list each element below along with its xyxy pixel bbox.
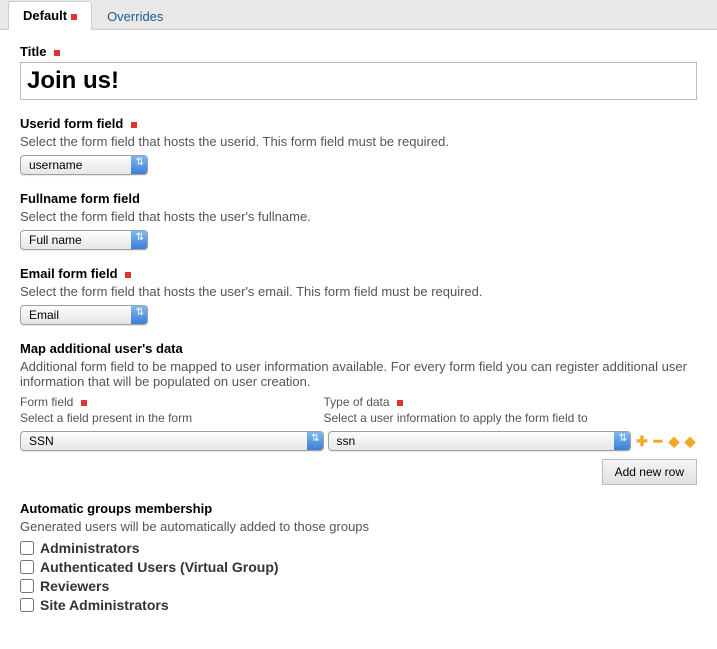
email-select[interactable]: Email [20, 305, 148, 325]
group-item-reviewers[interactable]: Reviewers [20, 578, 697, 594]
map-formfield-select[interactable]: SSN [20, 431, 324, 451]
groups-label: Automatic groups membership [20, 501, 697, 516]
move-up-icon[interactable]: ◆ [667, 434, 681, 448]
required-marker-icon [54, 50, 60, 56]
group-item-label: Administrators [40, 540, 140, 556]
groups-help: Generated users will be automatically ad… [20, 519, 697, 534]
add-icon[interactable]: ✚ [635, 434, 649, 448]
map-help: Additional form field to be mapped to us… [20, 359, 697, 389]
userid-block: Userid form field Select the form field … [20, 116, 697, 175]
map-col-type: Type of data Select a user information t… [324, 395, 620, 431]
tab-default-label: Default [23, 8, 67, 23]
map-header-row: Form field Select a field present in the… [20, 395, 697, 431]
groups-block: Automatic groups membership Generated us… [20, 501, 697, 613]
email-block: Email form field Select the form field t… [20, 266, 697, 325]
group-item-label: Site Administrators [40, 597, 169, 613]
fullname-help: Select the form field that hosts the use… [20, 209, 697, 224]
userid-label-text: Userid form field [20, 116, 123, 131]
required-marker-icon [125, 272, 131, 278]
email-label-text: Email form field [20, 266, 118, 281]
fullname-select[interactable]: Full name [20, 230, 148, 250]
title-label: Title [20, 44, 697, 59]
tab-default[interactable]: Default [8, 1, 92, 30]
userid-label: Userid form field [20, 116, 697, 131]
required-marker-icon [397, 400, 403, 406]
group-checkbox[interactable] [20, 560, 34, 574]
email-label: Email form field [20, 266, 697, 281]
title-block: Title [20, 44, 697, 100]
userid-select[interactable]: username [20, 155, 148, 175]
move-down-icon[interactable]: ◆ [683, 434, 697, 448]
group-checkbox[interactable] [20, 579, 34, 593]
tab-overrides[interactable]: Overrides [92, 2, 178, 30]
map-data-row: SSN ssn ✚ ━ ◆ ◆ [20, 431, 697, 451]
group-item-site-administrators[interactable]: Site Administrators [20, 597, 697, 613]
group-item-label: Authenticated Users (Virtual Group) [40, 559, 279, 575]
form-content: Title Userid form field Select the form … [0, 30, 717, 649]
fullname-block: Fullname form field Select the form fiel… [20, 191, 697, 250]
group-list: Administrators Authenticated Users (Virt… [20, 540, 697, 613]
map-col1-label: Form field [20, 395, 316, 409]
tab-overrides-label: Overrides [107, 9, 163, 24]
userid-help: Select the form field that hosts the use… [20, 134, 697, 149]
group-checkbox[interactable] [20, 598, 34, 612]
remove-icon[interactable]: ━ [651, 434, 665, 448]
title-label-text: Title [20, 44, 47, 59]
group-item-authenticated-users[interactable]: Authenticated Users (Virtual Group) [20, 559, 697, 575]
map-col2-label: Type of data [324, 395, 620, 409]
row-actions: ✚ ━ ◆ ◆ [635, 434, 697, 448]
group-checkbox[interactable] [20, 541, 34, 555]
title-input[interactable] [20, 62, 697, 100]
required-marker-icon [81, 400, 87, 406]
map-col1-help: Select a field present in the form [20, 411, 316, 425]
map-type-select[interactable]: ssn [328, 431, 632, 451]
map-block: Map additional user's data Additional fo… [20, 341, 697, 485]
required-marker-icon [71, 14, 77, 20]
email-help: Select the form field that hosts the use… [20, 284, 697, 299]
fullname-label: Fullname form field [20, 191, 697, 206]
add-new-row-button[interactable]: Add new row [602, 459, 697, 485]
required-marker-icon [131, 122, 137, 128]
group-item-administrators[interactable]: Administrators [20, 540, 697, 556]
map-col2-help: Select a user information to apply the f… [324, 411, 620, 425]
tabs-bar: Default Overrides [0, 0, 717, 30]
map-col2-label-text: Type of data [324, 395, 390, 409]
group-item-label: Reviewers [40, 578, 109, 594]
map-col-formfield: Form field Select a field present in the… [20, 395, 316, 431]
map-col1-label-text: Form field [20, 395, 73, 409]
map-label: Map additional user's data [20, 341, 697, 356]
